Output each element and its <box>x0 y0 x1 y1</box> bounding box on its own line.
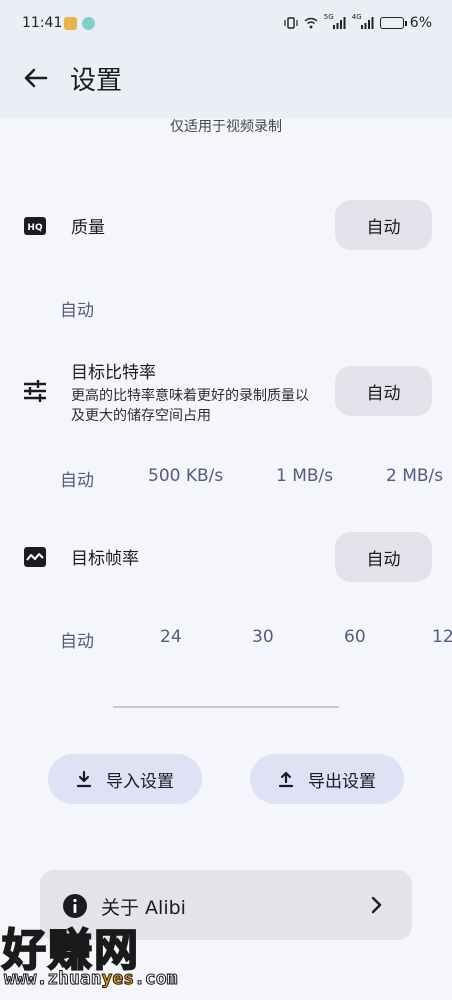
section-divider <box>113 706 339 708</box>
framerate-auto-button[interactable]: 自动 <box>335 532 432 582</box>
bitrate-option-500kb[interactable]: 500 KB/s <box>148 466 223 486</box>
quality-auto-button[interactable]: 自动 <box>335 200 432 250</box>
watermark-url: www.zhuanyes.com <box>4 968 178 990</box>
battery-percent: 6% <box>409 15 432 31</box>
arrow-left-icon[interactable] <box>22 64 50 92</box>
framerate-title: 目标帧率 <box>71 549 139 569</box>
battery-icon <box>379 17 407 29</box>
site-watermark: 好赚网 www.zhuanyes.com <box>0 912 200 1000</box>
chevron-right-icon <box>371 896 382 914</box>
vibrate-icon <box>284 17 298 29</box>
bitrate-auto-button[interactable]: 自动 <box>335 366 432 416</box>
download-icon <box>76 770 92 788</box>
top-app-bar: 设置 <box>0 48 452 118</box>
watermark-url-highlight: yes <box>101 968 135 990</box>
bitrate-title: 目标比特率 <box>71 363 156 383</box>
watermark-url-prefix: www.zhuan <box>4 968 103 990</box>
svg-text:HQ: HQ <box>27 223 43 233</box>
weather-icon <box>64 17 77 30</box>
bitrate-subtitle: 更高的比特率意味着更好的录制质量以及更大的储存空间占用 <box>71 388 309 424</box>
quality-title: 质量 <box>71 218 105 238</box>
status-bar: 11:41 5G 4G 6% <box>0 0 452 48</box>
status-time: 11:41 <box>22 15 63 31</box>
video-only-hint: 仅适用于视频录制 <box>170 119 282 135</box>
page-title: 设置 <box>70 66 123 96</box>
hq-icon: HQ <box>24 217 46 235</box>
bitrate-option-1mb[interactable]: 1 MB/s <box>276 466 333 486</box>
app-notification-icon <box>82 17 95 30</box>
export-settings-label: 导出设置 <box>308 771 376 792</box>
signal-5g-icon: 5G <box>324 13 346 29</box>
import-settings-button[interactable]: 导入设置 <box>48 754 202 804</box>
framerate-option-60[interactable]: 60 <box>344 627 366 647</box>
status-indicators: 5G 4G 6% <box>284 13 432 31</box>
framerate-option-24[interactable]: 24 <box>160 627 182 647</box>
import-settings-label: 导入设置 <box>106 771 174 792</box>
watermark-url-suffix: .com <box>134 968 178 990</box>
bitrate-option-auto[interactable]: 自动 <box>60 466 94 491</box>
upload-icon <box>278 771 294 788</box>
export-settings-button[interactable]: 导出设置 <box>250 754 404 804</box>
framerate-option-30[interactable]: 30 <box>252 627 274 647</box>
tune-icon <box>24 380 46 402</box>
framerate-option-120[interactable]: 12 <box>432 627 452 647</box>
quality-option-auto[interactable]: 自动 <box>60 296 94 321</box>
bitrate-option-2mb[interactable]: 2 MB/s <box>386 466 443 486</box>
framerate-option-auto[interactable]: 自动 <box>60 627 94 652</box>
signal-4g-icon: 4G <box>352 13 374 29</box>
waves-icon <box>24 547 46 567</box>
wifi-icon <box>304 17 318 29</box>
